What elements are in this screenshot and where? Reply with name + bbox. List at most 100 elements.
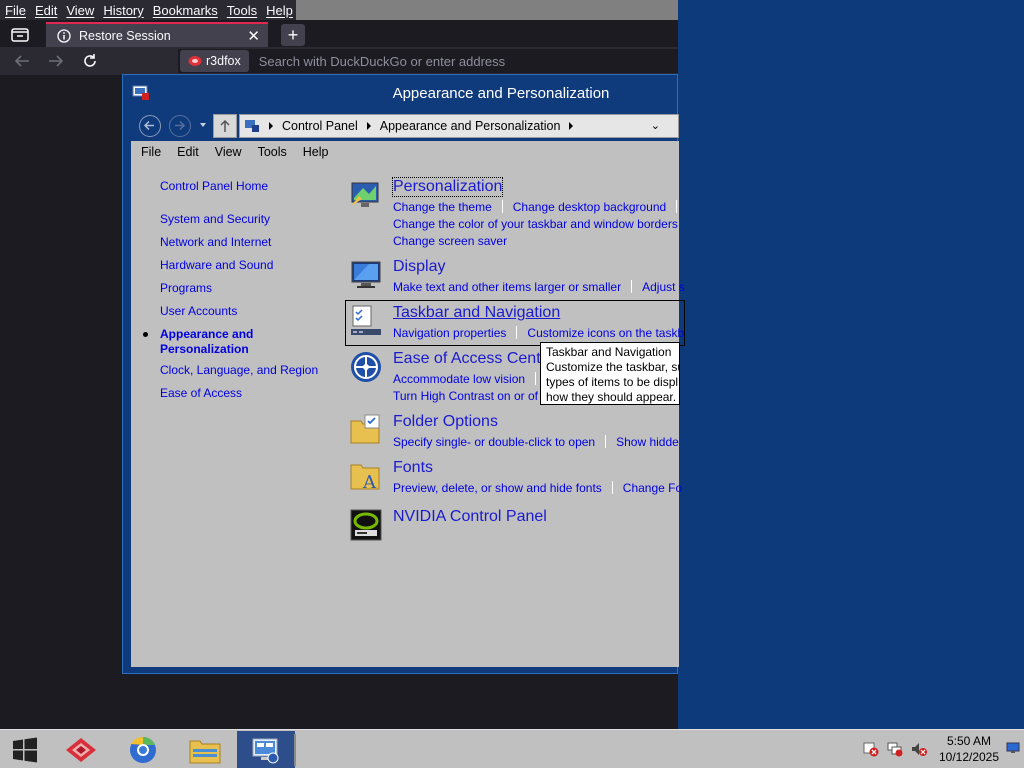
explorer-menubar: File Edit View Tools Help: [131, 141, 679, 163]
sidebar-item-hardware[interactable]: Hardware and Sound: [160, 258, 340, 273]
menu-tools[interactable]: Tools: [258, 145, 287, 159]
fonts-title[interactable]: Fonts: [393, 459, 433, 477]
separator: [605, 435, 607, 448]
menu-bookmarks[interactable]: Bookmarks: [153, 3, 218, 18]
menu-history[interactable]: History: [103, 3, 143, 18]
up-button[interactable]: [213, 114, 237, 138]
new-tab-button[interactable]: +: [281, 24, 305, 46]
svg-text:A: A: [362, 472, 377, 493]
menu-view[interactable]: View: [215, 145, 242, 159]
sidebar-item-clock-language[interactable]: Clock, Language, and Region: [160, 363, 340, 378]
fonts-icon: A: [350, 464, 380, 493]
folder-options-icon: [350, 414, 380, 444]
nvidia-title[interactable]: NVIDIA Control Panel: [393, 508, 547, 526]
tab-list-button[interactable]: [6, 23, 34, 45]
sidebar-home-link[interactable]: Control Panel Home: [160, 179, 340, 194]
folder-options-title[interactable]: Folder Options: [393, 413, 498, 431]
single-double-click-link[interactable]: Specify single- or double-click to open: [393, 435, 595, 449]
forward-button[interactable]: [169, 115, 191, 137]
customize-icons-link[interactable]: Customize icons on the taskb: [527, 326, 684, 340]
ease-of-access-icon: [351, 352, 381, 382]
adjust-link[interactable]: Adjust s: [642, 280, 685, 294]
sidebar-current-line2: Personalization: [160, 342, 249, 356]
network-icon[interactable]: [886, 741, 904, 757]
accommodate-low-vision-link[interactable]: Accommodate low vision: [393, 372, 525, 386]
taskbar-chrome-button[interactable]: [114, 731, 172, 768]
browser-logo-icon: [188, 56, 202, 66]
address-row: Control Panel Appearance and Personaliza…: [123, 111, 679, 141]
forward-button[interactable]: [44, 51, 68, 71]
start-button[interactable]: [0, 730, 50, 768]
change-color-link[interactable]: Change the color of your taskbar and win…: [393, 217, 678, 231]
address-input[interactable]: [258, 53, 559, 69]
chevron-right-icon[interactable]: [269, 122, 273, 130]
arrow-left-icon: [143, 120, 154, 131]
change-screen-saver-link[interactable]: Change screen saver: [393, 234, 507, 248]
menu-tools[interactable]: Tools: [227, 3, 257, 18]
clock-time: 5:50 AM: [946, 734, 992, 748]
preview-fonts-link[interactable]: Preview, delete, or show and hide fonts: [393, 481, 602, 495]
sidebar-item-ease-of-access[interactable]: Ease of Access: [160, 386, 340, 401]
arrow-up-icon: [220, 119, 230, 132]
clock[interactable]: 5:50 AM 10/12/2025: [930, 733, 1008, 765]
nvidia-icon: [350, 509, 382, 541]
volume-muted-icon[interactable]: [910, 741, 928, 757]
back-button[interactable]: [139, 115, 161, 137]
tab-list-icon: [11, 28, 29, 42]
folder-icon: [189, 740, 221, 763]
sidebar-item-appearance[interactable]: Appearance and Personalization: [143, 327, 340, 357]
chevron-right-icon[interactable]: [569, 122, 574, 130]
taskbar-navigation-title[interactable]: Taskbar and Navigation: [393, 304, 560, 322]
sidebar-item-user-accounts[interactable]: User Accounts: [160, 304, 340, 319]
breadcrumb-appearance[interactable]: Appearance and Personalization: [380, 119, 561, 133]
text-size-link[interactable]: Make text and other items larger or smal…: [393, 280, 621, 294]
breadcrumb-control-panel[interactable]: Control Panel: [282, 119, 358, 133]
close-icon[interactable]: ✕: [247, 27, 260, 45]
change-theme-link[interactable]: Change the theme: [393, 200, 492, 214]
separator: [631, 280, 633, 293]
display-title[interactable]: Display: [393, 258, 445, 276]
chevron-down-icon[interactable]: ⌄: [651, 119, 660, 132]
personalization-title[interactable]: Personalization: [391, 177, 504, 197]
tooltip-line: Customize the taskbar, su: [546, 360, 680, 374]
change-font-link[interactable]: Change Fo: [623, 481, 682, 495]
navigation-properties-link[interactable]: Navigation properties: [393, 326, 506, 340]
menu-file[interactable]: File: [5, 3, 26, 18]
taskbar-control-panel-button[interactable]: [237, 731, 295, 768]
menu-help[interactable]: Help: [266, 3, 293, 18]
separator: [611, 481, 613, 494]
change-background-link[interactable]: Change desktop background: [513, 200, 666, 214]
control-panel-icon: [252, 738, 279, 763]
show-hidden-link[interactable]: Show hidde: [616, 435, 679, 449]
tab-restore-session[interactable]: Restore Session ✕: [46, 22, 268, 47]
notification-icon[interactable]: [1006, 742, 1020, 754]
display-icon: [351, 261, 381, 288]
sidebar-item-programs[interactable]: Programs: [160, 281, 340, 296]
identity-box[interactable]: r3dfox: [180, 50, 249, 72]
address-bar[interactable]: Control Panel Appearance and Personaliza…: [239, 114, 679, 138]
menu-help[interactable]: Help: [303, 145, 329, 159]
sidebar-item-network[interactable]: Network and Internet: [160, 235, 340, 250]
taskbar-explorer-button[interactable]: [176, 731, 234, 768]
arrow-right-icon: [175, 120, 186, 131]
reload-button[interactable]: [78, 51, 102, 71]
action-center-warning-icon[interactable]: [862, 741, 880, 757]
sidebar-item-system-security[interactable]: System and Security: [160, 212, 340, 227]
taskbar-browser-button[interactable]: [52, 731, 110, 768]
high-contrast-link[interactable]: Turn High Contrast on or of: [393, 389, 538, 403]
recent-locations-dropdown[interactable]: [200, 123, 206, 127]
folder-links: Specify single- or double-click to open …: [393, 433, 793, 450]
taskbar-links: Navigation properties Customize icons on…: [393, 324, 793, 341]
tooltip: Taskbar and Navigation Customize the tas…: [540, 342, 680, 405]
chevron-right-icon[interactable]: [366, 122, 371, 130]
menu-view[interactable]: View: [66, 3, 94, 18]
back-button[interactable]: [10, 51, 34, 71]
personalization-links: Change the theme Change desktop backgrou…: [393, 198, 793, 249]
url-bar[interactable]: r3dfox: [178, 49, 678, 73]
desktop-background: [678, 0, 1024, 729]
menu-file[interactable]: File: [141, 145, 161, 159]
menu-edit[interactable]: Edit: [177, 145, 199, 159]
ease-of-access-title[interactable]: Ease of Access Center: [393, 350, 555, 368]
menu-edit[interactable]: Edit: [35, 3, 57, 18]
window-titlebar[interactable]: Appearance and Personalization: [123, 75, 679, 111]
